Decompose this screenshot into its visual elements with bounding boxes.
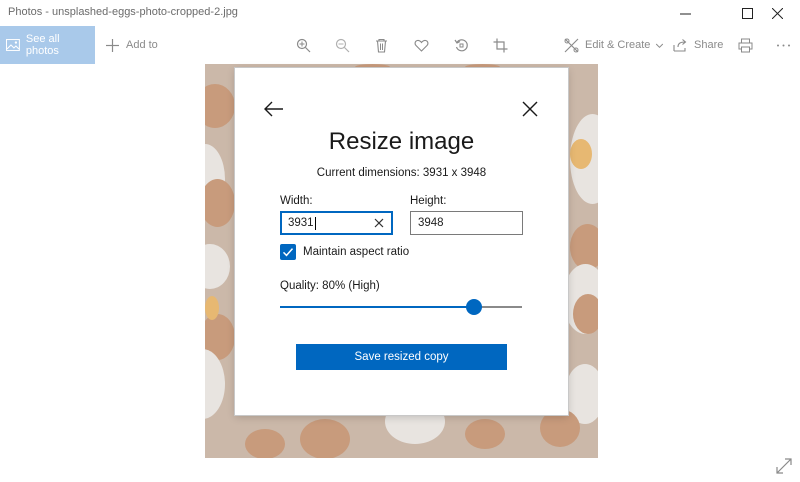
see-all-photos-button[interactable]: See all photos [0,26,95,64]
title-bar: Photos - unsplashed-eggs-photo-cropped-2… [0,0,800,26]
zoom-out-button[interactable] [335,26,350,64]
close-dialog-button[interactable] [519,98,541,120]
close-icon [771,7,783,19]
chevron-down-icon [656,43,664,48]
maintain-aspect-label[interactable]: Maintain aspect ratio [303,246,409,258]
back-arrow-icon [264,101,283,117]
share-label: Share [694,39,724,51]
zoom-out-icon [335,38,350,52]
save-resized-copy-button[interactable]: Save resized copy [296,344,507,370]
add-to-button[interactable]: Add to [105,26,158,64]
rotate-icon [454,38,468,51]
rotate-button[interactable] [454,26,469,64]
slider-thumb[interactable] [465,299,482,315]
current-dimensions: Current dimensions: 3931 x 3948 [316,167,487,179]
slider-fill [280,306,474,308]
text-caret [314,216,316,230]
print-icon [738,38,753,52]
crop-icon [493,38,508,52]
share-icon [673,38,687,52]
more-icon [777,44,790,46]
favorite-button[interactable] [414,26,429,64]
see-all-photos-label: See all photos [25,33,60,57]
more-options-button[interactable] [776,26,791,64]
add-to-label: Add to [126,39,158,51]
photos-icon [6,39,20,51]
width-label: Width: [280,195,313,207]
checkmark-icon [282,248,294,257]
minimize-icon [679,13,691,14]
edit-create-button[interactable]: Edit & Create [564,26,664,64]
delete-icon [376,38,387,53]
plus-icon [106,38,119,52]
maximize-icon [741,7,753,19]
heart-icon [414,39,429,52]
quality-slider[interactable] [280,298,522,316]
print-button[interactable] [738,26,753,64]
expand-icon [776,458,792,474]
minimize-button[interactable] [662,0,708,26]
dialog-title: Resize image [328,128,475,155]
edit-icon [564,38,579,52]
edit-create-label: Edit & Create [585,39,651,51]
back-button[interactable] [263,98,285,120]
zoom-in-icon [296,38,311,52]
close-window-button[interactable] [754,0,800,26]
zoom-in-button[interactable] [296,26,311,64]
height-input[interactable]: 3948 [410,211,523,235]
maintain-aspect-checkbox[interactable] [280,244,296,260]
delete-button[interactable] [374,26,389,64]
close-icon [522,101,538,117]
command-bar: See all photos Add to Edit & Create Shar… [0,26,800,64]
width-input[interactable]: 3931 [280,211,393,235]
height-value: 3948 [418,217,444,229]
height-label: Height: [410,195,447,207]
clear-icon[interactable] [374,218,384,228]
window-title: Photos - unsplashed-eggs-photo-cropped-2… [8,6,238,18]
quality-label: Quality: 80% (High) [280,280,380,292]
fullscreen-button[interactable] [775,457,793,475]
resize-dialog: Resize image Current dimensions: 3931 x … [235,68,568,415]
crop-button[interactable] [493,26,508,64]
share-button[interactable]: Share [673,26,723,64]
width-value: 3931 [288,217,314,229]
